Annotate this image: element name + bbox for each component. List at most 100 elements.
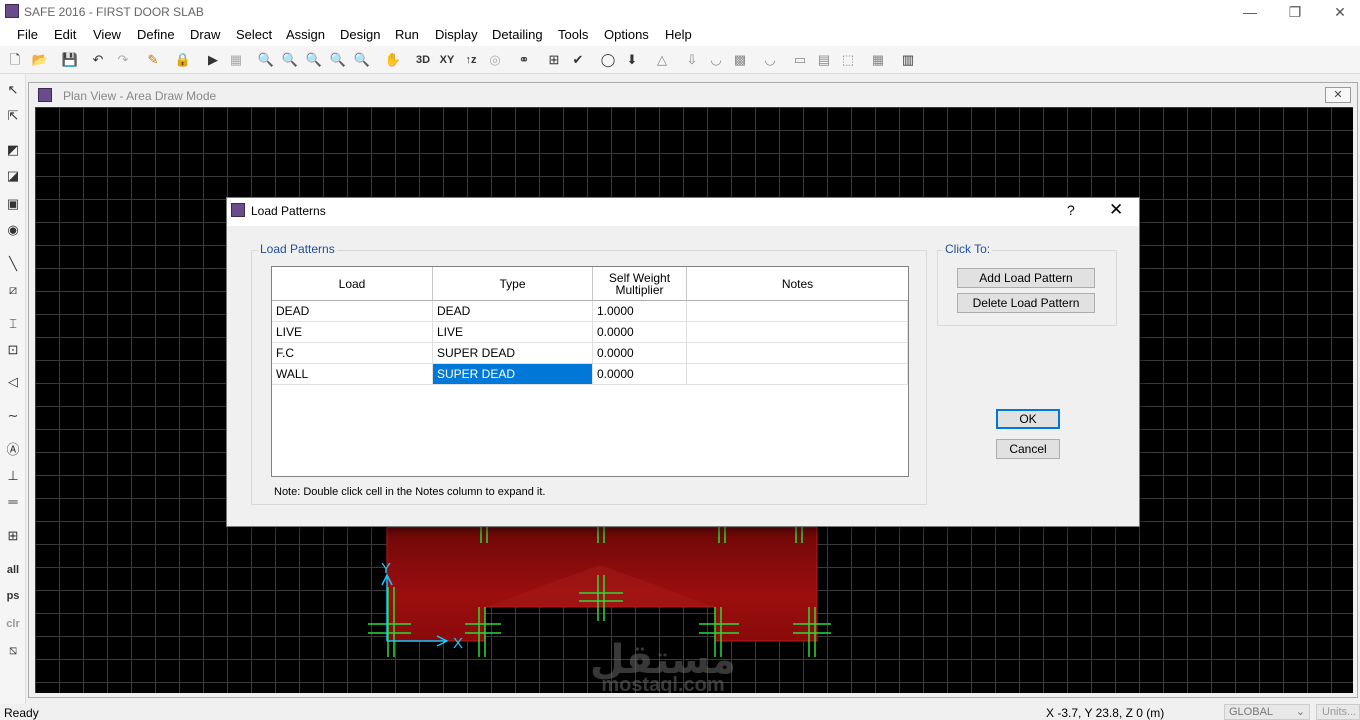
open-file-icon[interactable]: 📂 (30, 50, 50, 70)
cell-type[interactable]: SUPER DEAD (433, 343, 593, 364)
object-shrink-icon[interactable]: ⊞ (544, 50, 564, 70)
cell-notes[interactable] (687, 343, 908, 364)
menu-options[interactable]: Options (604, 27, 649, 42)
redo-icon[interactable]: ↷ (113, 50, 133, 70)
cell-multiplier[interactable]: 0.0000 (593, 322, 687, 343)
add-load-pattern-button[interactable]: Add Load Pattern (957, 268, 1095, 288)
cell-type[interactable]: LIVE (433, 322, 593, 343)
triangle-icon[interactable]: △ (652, 50, 672, 70)
cancel-button[interactable]: Cancel (996, 439, 1060, 459)
cell-notes[interactable] (687, 364, 908, 385)
menu-select[interactable]: Select (236, 27, 272, 42)
draw-area-icon[interactable]: ◩ (3, 140, 23, 160)
punching-icon[interactable]: ⬚ (838, 50, 858, 70)
help-button[interactable]: ? (1067, 202, 1075, 218)
delete-load-pattern-button[interactable]: Delete Load Pattern (957, 293, 1095, 313)
cell-notes[interactable] (687, 322, 908, 343)
zoom-out-icon[interactable]: 🔍 (352, 50, 372, 70)
report-icon[interactable]: ▥ (898, 50, 918, 70)
restore-button[interactable]: ❐ (1275, 2, 1315, 22)
menu-tools[interactable]: Tools (558, 27, 588, 42)
view-3d-button[interactable]: 3D (413, 50, 433, 70)
draw-tendon-icon[interactable]: ∼ (3, 406, 23, 426)
menu-help[interactable]: Help (665, 27, 692, 42)
cell-multiplier[interactable]: 1.0000 (593, 301, 687, 322)
support-icon[interactable]: ⇩ (682, 50, 702, 70)
dimension-icon[interactable]: ⊥ (3, 466, 23, 486)
cell-load[interactable]: DEAD (272, 301, 433, 322)
check-icon[interactable]: ✔ (568, 50, 588, 70)
zoom-restore-icon[interactable]: 🔍 (280, 50, 300, 70)
cell-multiplier[interactable]: 0.0000 (593, 343, 687, 364)
cell-type-selected[interactable]: SUPER DEAD (433, 364, 593, 385)
model-lock-icon[interactable]: ▦ (226, 50, 246, 70)
pan-hand-icon[interactable]: ✋ (383, 50, 403, 70)
slab-forces-icon[interactable]: ▤ (814, 50, 834, 70)
circle-icon[interactable]: ◯ (598, 50, 618, 70)
draw-strip-icon[interactable]: ⊡ (3, 340, 23, 360)
beam-forces-icon[interactable]: ▭ (790, 50, 810, 70)
menu-design[interactable]: Design (340, 27, 380, 42)
cell-load[interactable]: F.C (272, 343, 433, 364)
save-icon[interactable]: 💾 (60, 50, 80, 70)
menu-detailing[interactable]: Detailing (492, 27, 543, 42)
draw-wall-icon[interactable]: ⌶ (3, 314, 23, 334)
view-z-button[interactable]: ↑z (461, 50, 481, 70)
intersect-select-icon[interactable]: ⧅ (3, 640, 23, 660)
zoom-full-icon[interactable]: 🔍 (304, 50, 324, 70)
col-header-load[interactable]: Load (272, 267, 433, 300)
plan-view-close-button[interactable]: ✕ (1325, 87, 1351, 103)
units-button[interactable]: Units... (1316, 704, 1360, 720)
menu-edit[interactable]: Edit (54, 27, 76, 42)
draw-design-strip-icon[interactable]: Ⓐ (3, 440, 23, 460)
col-header-type[interactable]: Type (433, 267, 593, 300)
draw-beam-icon[interactable]: ⧄ (3, 280, 23, 300)
menu-view[interactable]: View (93, 27, 121, 42)
table-display-icon[interactable]: ▦ (868, 50, 888, 70)
ok-button[interactable]: OK (996, 409, 1060, 429)
reshape-icon[interactable]: ⇱ (3, 106, 23, 126)
menu-define[interactable]: Define (137, 27, 175, 42)
menu-run[interactable]: Run (395, 27, 419, 42)
draw-column-icon[interactable]: ▣ (3, 194, 23, 214)
select-all-button[interactable]: all (3, 560, 23, 580)
close-window-button[interactable]: ✕ (1320, 2, 1360, 22)
perspective-icon[interactable]: ⚭ (514, 50, 534, 70)
coordinate-system-select[interactable]: GLOBAL ⌄ (1224, 704, 1310, 720)
undo-icon[interactable]: ↶ (88, 50, 108, 70)
new-file-icon[interactable]: 🗋 (5, 50, 25, 70)
pointer-icon[interactable]: ↖ (3, 80, 23, 100)
draw-point-icon[interactable]: ◉ (3, 220, 23, 240)
col-header-self-weight[interactable]: Self Weight Multiplier (593, 267, 687, 300)
menu-display[interactable]: Display (435, 27, 478, 42)
draw-slab-rebar-icon[interactable]: ═ (3, 492, 23, 512)
cell-load[interactable]: LIVE (272, 322, 433, 343)
clear-select-button[interactable]: clr (3, 614, 23, 634)
cell-load[interactable]: WALL (272, 364, 433, 385)
menu-file[interactable]: File (17, 27, 38, 42)
strip-forces-icon[interactable]: ◡ (760, 50, 780, 70)
previous-select-button[interactable]: ps (3, 586, 23, 606)
col-header-notes[interactable]: Notes (687, 267, 908, 300)
cell-multiplier[interactable]: 0.0000 (593, 364, 687, 385)
menu-assign[interactable]: Assign (286, 27, 325, 42)
snap-icon[interactable]: ⊞ (3, 526, 23, 546)
deformed-shape-icon[interactable]: ◡ (706, 50, 726, 70)
menu-draw[interactable]: Draw (190, 27, 220, 42)
assign-load-icon[interactable]: ⬇ (622, 50, 642, 70)
lock-icon[interactable]: 🔒 (173, 50, 193, 70)
minimize-button[interactable]: — (1230, 2, 1270, 22)
force-diagram-icon[interactable]: ▩ (730, 50, 750, 70)
cell-type[interactable]: DEAD (433, 301, 593, 322)
run-analysis-icon[interactable]: ▶ (203, 50, 223, 70)
draw-line-icon[interactable]: ╲ (3, 254, 23, 274)
draw-rectangle-icon[interactable]: ◪ (3, 166, 23, 186)
zoom-window-icon[interactable]: 🔍 (256, 50, 276, 70)
dialog-close-button[interactable]: ✕ (1109, 200, 1123, 220)
cell-notes[interactable] (687, 301, 908, 322)
pencil-icon[interactable]: ✎ (143, 50, 163, 70)
view-xy-button[interactable]: XY (437, 50, 457, 70)
rotate-view-icon[interactable]: ◎ (485, 50, 505, 70)
draw-ramp-icon[interactable]: ◁ (3, 372, 23, 392)
zoom-in-icon[interactable]: 🔍 (328, 50, 348, 70)
